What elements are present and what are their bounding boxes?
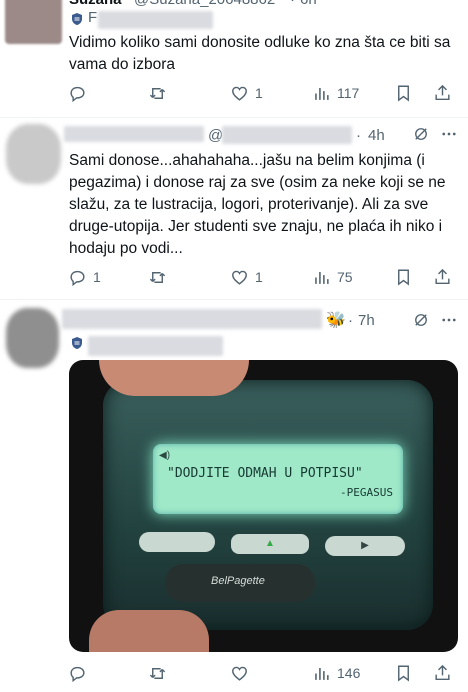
repost-button[interactable]: [148, 80, 173, 106]
share-icon[interactable]: [433, 264, 452, 290]
grok-icon[interactable]: [412, 311, 430, 329]
tweet-time[interactable]: 4h: [368, 127, 385, 144]
author-name[interactable]: Suzana: [69, 0, 122, 8]
tweet-text: Sami donose...ahahahaha...jašu na belim …: [69, 152, 446, 257]
redacted-name[interactable]: [62, 309, 322, 329]
view-count: 146: [337, 665, 361, 681]
like-button[interactable]: 1: [230, 264, 263, 290]
views-button[interactable]: 146: [312, 660, 360, 686]
repost-icon: [149, 271, 166, 283]
like-button[interactable]: [230, 660, 255, 686]
share-icon[interactable]: [433, 80, 452, 106]
reply-button[interactable]: [68, 80, 93, 106]
handle-at[interactable]: @: [208, 127, 223, 144]
reply-icon: [70, 86, 85, 102]
author-handle[interactable]: @Suzana_20648862: [134, 0, 275, 8]
heart-icon: [232, 270, 247, 285]
bookmark-icon[interactable]: [394, 660, 413, 686]
tweet-media-image[interactable]: ◀) "DODJITE ODMAH U POTPISU" -PEGASUS ▲ …: [69, 360, 458, 652]
views-button[interactable]: 117: [312, 80, 359, 106]
pager-message: "DODJITE ODMAH U POTPISU": [167, 466, 363, 481]
tweet-2[interactable]: @ · 4h Sami donose...ahahahaha...jašu na…: [0, 118, 468, 300]
pager-button-left: [139, 532, 215, 552]
tweet-time[interactable]: 7h: [358, 312, 375, 329]
signal-icon: ◀): [159, 450, 171, 461]
avatar[interactable]: [5, 0, 62, 44]
tweet-actions: 1 117: [60, 80, 460, 106]
more-options-icon[interactable]: [440, 311, 458, 329]
pager-brand-plate: BelPagette: [165, 564, 315, 602]
pager-screen: ◀) "DODJITE ODMAH U POTPISU" -PEGASUS: [153, 444, 403, 514]
bee-emoji: 🐝: [326, 312, 346, 329]
reply-button[interactable]: [68, 660, 93, 686]
redacted-label: [88, 336, 223, 356]
reply-icon: [70, 666, 85, 682]
redacted-handle[interactable]: [222, 126, 352, 144]
avatar[interactable]: [6, 124, 61, 184]
view-count: 117: [337, 85, 360, 101]
time-separator: ·: [290, 0, 295, 8]
pager-button-up: ▲: [231, 534, 309, 554]
view-count: 75: [337, 269, 353, 285]
more-options-icon[interactable]: [440, 125, 458, 143]
like-count: 1: [255, 85, 263, 101]
repost-icon: [149, 87, 166, 99]
repost-icon: [149, 667, 166, 679]
shield-badge-icon: [72, 337, 82, 349]
like-count: 1: [255, 269, 263, 285]
views-chart-icon: [315, 667, 329, 680]
tweet-time[interactable]: 6h: [300, 0, 317, 8]
redacted-label: [98, 11, 213, 29]
tweet-actions: 146: [60, 660, 460, 686]
heart-icon: [232, 666, 247, 681]
reply-count: 1: [93, 269, 101, 285]
bookmark-icon[interactable]: [394, 80, 413, 106]
views-chart-icon: [315, 87, 329, 100]
bookmark-icon[interactable]: [394, 264, 413, 290]
tweet-actions: 1 1 75: [60, 264, 460, 290]
tweet-text: Vidimo koliko sami donosite odluke ko zn…: [69, 34, 451, 73]
pager-signature: -PEGASUS: [340, 486, 393, 499]
badge-label: F: [88, 9, 98, 26]
heart-icon: [232, 86, 247, 101]
reply-button[interactable]: 1: [68, 264, 101, 290]
views-button[interactable]: 75: [312, 264, 353, 290]
repost-button[interactable]: [148, 264, 173, 290]
time-separator: ·: [356, 127, 361, 144]
finger-top: [99, 360, 249, 396]
avatar[interactable]: [6, 308, 59, 368]
pager-button-right: ▶: [325, 536, 405, 556]
redacted-name[interactable]: [64, 126, 204, 142]
reply-icon: [70, 270, 85, 286]
finger-bottom: [89, 610, 209, 652]
time-separator: ·: [348, 312, 353, 329]
pager-brand: BelPagette: [211, 575, 265, 587]
shield-badge-icon: [72, 13, 82, 25]
tweet-1[interactable]: Suzana @Suzana_20648862 · 6h F Vidimo ko…: [0, 0, 468, 118]
share-icon[interactable]: [433, 660, 452, 686]
like-button[interactable]: 1: [230, 80, 263, 106]
grok-icon[interactable]: [412, 125, 430, 143]
views-chart-icon: [315, 271, 329, 284]
repost-button[interactable]: [148, 660, 173, 686]
